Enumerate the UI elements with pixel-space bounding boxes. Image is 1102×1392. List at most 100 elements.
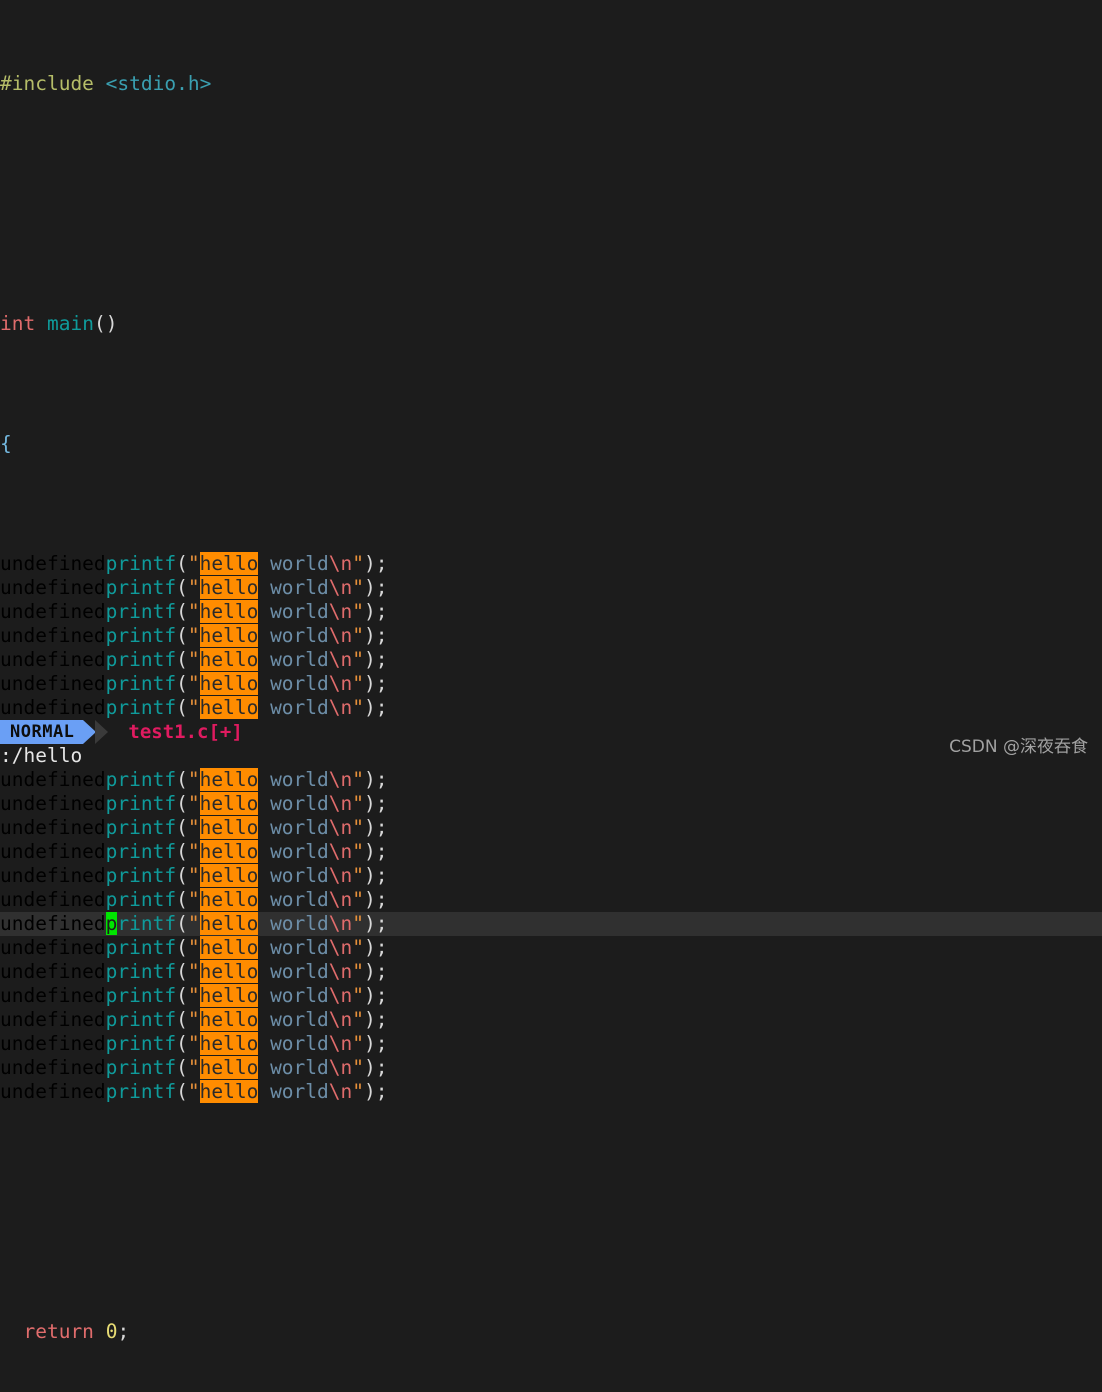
printf-call: printf xyxy=(105,1056,177,1079)
semicolon: ; xyxy=(375,792,388,815)
printf-call: rintf xyxy=(117,912,177,935)
code-buffer[interactable]: #include <stdio.h> int main() { undefine… xyxy=(0,0,1102,1343)
indent: undefined xyxy=(0,936,106,959)
search-match-highlight: hello xyxy=(199,1056,259,1079)
paren-close: ) xyxy=(364,648,376,671)
separator-arrow-icon xyxy=(95,720,109,744)
indent: undefined xyxy=(0,888,106,911)
include-header: <stdio.h> xyxy=(105,72,212,95)
code-line-printf: undefinedprintf("hello world\n"); xyxy=(0,576,1102,600)
paren-open: ( xyxy=(176,936,188,959)
search-match-highlight: hello xyxy=(199,672,259,695)
string-body: world xyxy=(258,864,329,887)
code-line-printf: undefinedprintf("hello world\n"); xyxy=(0,600,1102,624)
printf-call: printf xyxy=(105,888,177,911)
paren-open: ( xyxy=(176,600,188,623)
paren-close: ) xyxy=(364,888,376,911)
string-quote-open: " xyxy=(187,912,200,935)
escape-sequence: \n xyxy=(328,984,353,1007)
string-quote-close: " xyxy=(352,648,365,671)
escape-sequence: \n xyxy=(328,960,353,983)
indent: undefined xyxy=(0,768,106,791)
search-match-highlight: hello xyxy=(199,696,259,719)
string-quote-close: " xyxy=(352,624,365,647)
paren-open: ( xyxy=(176,672,188,695)
string-body: world xyxy=(258,984,329,1007)
escape-sequence: \n xyxy=(328,696,353,719)
filename-indicator: test1.c[+] xyxy=(128,721,243,743)
semicolon: ; xyxy=(375,552,388,575)
paren-open: ( xyxy=(176,576,188,599)
escape-sequence: \n xyxy=(328,1032,353,1055)
text-cursor: p xyxy=(105,912,118,935)
printf-call: printf xyxy=(105,792,177,815)
printf-call: printf xyxy=(105,696,177,719)
string-quote-open: " xyxy=(187,936,200,959)
code-line-printf-cursor: undefinedprintf("hello world\n"); xyxy=(0,912,1102,936)
string-quote-close: " xyxy=(352,1056,365,1079)
escape-sequence: \n xyxy=(328,936,353,959)
string-quote-close: " xyxy=(352,768,365,791)
code-line-printf: undefinedprintf("hello world\n"); xyxy=(0,1032,1102,1056)
string-body: world xyxy=(258,768,329,791)
string-quote-close: " xyxy=(352,1032,365,1055)
paren-close: ) xyxy=(364,960,376,983)
paren-close: ) xyxy=(364,1080,376,1103)
string-quote-close: " xyxy=(352,792,365,815)
search-match-highlight: hello xyxy=(199,840,259,863)
string-quote-close: " xyxy=(352,672,365,695)
command-line[interactable]: :/hello xyxy=(0,744,1102,768)
indent: undefined xyxy=(0,792,106,815)
string-quote-close: " xyxy=(352,840,365,863)
string-body: world xyxy=(258,600,329,623)
string-body: world xyxy=(258,888,329,911)
search-match-highlight: hello xyxy=(199,576,259,599)
string-quote-open: " xyxy=(187,984,200,1007)
printf-call: printf xyxy=(105,768,177,791)
escape-sequence: \n xyxy=(328,1080,353,1103)
escape-sequence: \n xyxy=(328,864,353,887)
return-value: 0 xyxy=(105,1320,118,1343)
string-quote-close: " xyxy=(352,864,365,887)
search-match-highlight: hello xyxy=(199,960,259,983)
paren-open: ( xyxy=(176,648,188,671)
string-quote-open: " xyxy=(187,1032,200,1055)
indent: undefined xyxy=(0,600,106,623)
paren-open: ( xyxy=(176,1008,188,1031)
printf-call: printf xyxy=(105,1080,177,1103)
indent: undefined xyxy=(0,864,106,887)
string-quote-open: " xyxy=(187,816,200,839)
paren-close: ) xyxy=(364,600,376,623)
indent: undefined xyxy=(0,696,106,719)
printf-call: printf xyxy=(105,624,177,647)
string-quote-close: " xyxy=(352,1008,365,1031)
string-quote-close: " xyxy=(352,912,365,935)
indent: undefined xyxy=(0,624,106,647)
indent: undefined xyxy=(0,576,106,599)
return-type-keyword: int xyxy=(0,312,36,335)
string-quote-close: " xyxy=(352,984,365,1007)
return-keyword: return xyxy=(23,1320,94,1343)
escape-sequence: \n xyxy=(328,768,353,791)
semicolon: ; xyxy=(375,888,388,911)
semicolon: ; xyxy=(375,816,388,839)
vim-editor-window: #include <stdio.h> int main() { undefine… xyxy=(0,0,1102,1343)
paren-close: ) xyxy=(364,576,376,599)
mode-indicator: NORMAL xyxy=(0,720,84,744)
paren-close: ) xyxy=(364,864,376,887)
search-match-highlight: hello xyxy=(199,1032,259,1055)
string-body: world xyxy=(258,960,329,983)
code-line-printf: undefinedprintf("hello world\n"); xyxy=(0,1056,1102,1080)
string-quote-close: " xyxy=(352,888,365,911)
code-line-open-brace: { xyxy=(0,432,1102,456)
code-line-printf: undefinedprintf("hello world\n"); xyxy=(0,696,1102,720)
search-match-highlight: hello xyxy=(199,984,259,1007)
string-quote-close: " xyxy=(352,816,365,839)
string-quote-close: " xyxy=(352,960,365,983)
code-line-main-signature: int main() xyxy=(0,312,1102,336)
string-quote-open: " xyxy=(187,768,200,791)
escape-sequence: \n xyxy=(328,888,353,911)
escape-sequence: \n xyxy=(328,1008,353,1031)
string-body: world xyxy=(258,672,329,695)
